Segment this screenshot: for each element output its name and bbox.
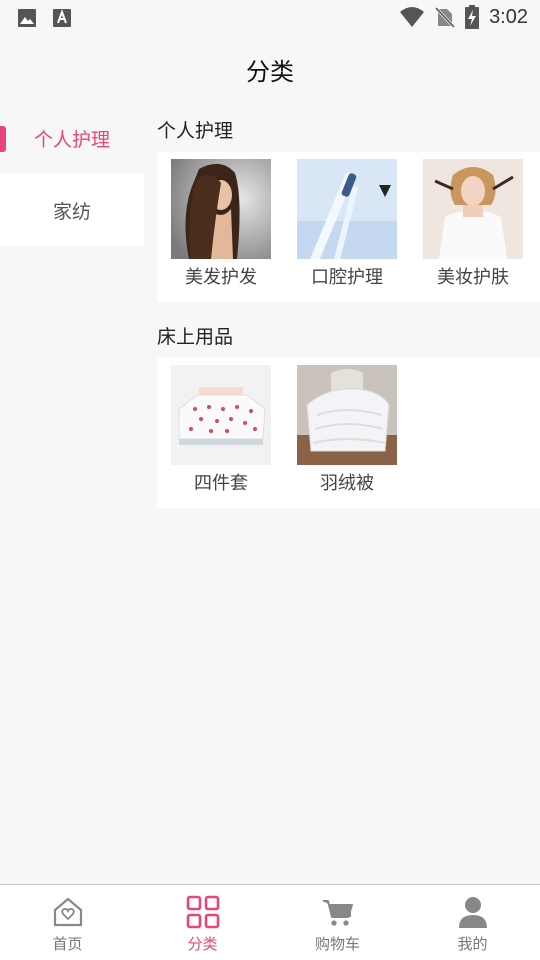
subcategory-down-quilt[interactable]: 羽绒被	[297, 365, 397, 495]
app-header: 分类	[0, 36, 540, 102]
hair-care-image	[171, 159, 271, 259]
oral-care-image	[297, 159, 397, 259]
page-title: 分类	[246, 57, 294, 86]
subcategory-hair-care[interactable]: 美发护发	[171, 159, 271, 289]
status-right: 3:02	[399, 5, 528, 29]
text-notification-icon	[53, 9, 71, 27]
tab-home[interactable]: 首页	[0, 885, 135, 960]
image-notification-icon	[18, 9, 36, 27]
status-time: 3:02	[489, 5, 528, 28]
category-icon	[186, 895, 219, 929]
home-icon	[53, 897, 82, 927]
down-quilt-image	[297, 365, 397, 465]
category-sidebar: 个人护理 家纺	[0, 102, 144, 246]
tab-category[interactable]: 分类	[135, 885, 270, 960]
section-title-personal-care: 个人护理	[157, 119, 234, 142]
sidebar-item-label: 个人护理	[33, 128, 110, 151]
sidebar-item-personal-care[interactable]: 个人护理	[0, 102, 144, 174]
tab-mine[interactable]: 我的	[405, 885, 540, 960]
tab-label: 购物车	[314, 935, 360, 953]
subcategory-makeup-skincare[interactable]: 美妆护肤	[423, 159, 523, 289]
makeup-skincare-image	[423, 159, 523, 259]
section-card-bedding: 四件套 羽绒被	[157, 358, 540, 508]
bedding-set-image	[171, 365, 271, 465]
subcategory-four-piece-set[interactable]: 四件套	[171, 365, 271, 495]
sidebar-item-label: 家纺	[52, 200, 91, 223]
subcategory-label: 四件套	[194, 473, 248, 494]
battery-charging-icon	[465, 5, 480, 29]
status-left	[17, 8, 71, 28]
tab-cart[interactable]: 购物车	[270, 885, 405, 960]
section-title-bedding: 床上用品	[157, 325, 234, 348]
sidebar-item-home-textiles[interactable]: 家纺	[0, 174, 144, 246]
section-card-personal-care: 美发护发 口腔护理 美妆护肤	[157, 152, 540, 302]
no-sim-icon	[435, 6, 456, 28]
tab-label: 分类	[187, 935, 218, 953]
subcategory-label: 口腔护理	[311, 267, 383, 288]
bottom-tab-bar: 首页 分类 购物车 我的	[0, 884, 540, 960]
tab-label: 首页	[52, 935, 83, 953]
subcategory-label: 美妆护肤	[437, 267, 509, 288]
tab-label: 我的	[457, 935, 488, 953]
subcategory-label: 羽绒被	[320, 473, 374, 494]
user-icon	[458, 897, 487, 928]
cart-icon	[322, 900, 353, 926]
subcategory-oral-care[interactable]: 口腔护理	[297, 159, 397, 289]
category-content: 个人护理 美发护发 口腔护理 美妆护肤 床上用品 四件套 羽绒被	[157, 106, 540, 518]
subcategory-label: 美发护发	[185, 267, 257, 288]
wifi-icon	[400, 7, 425, 27]
status-bar: 3:02	[0, 0, 540, 36]
